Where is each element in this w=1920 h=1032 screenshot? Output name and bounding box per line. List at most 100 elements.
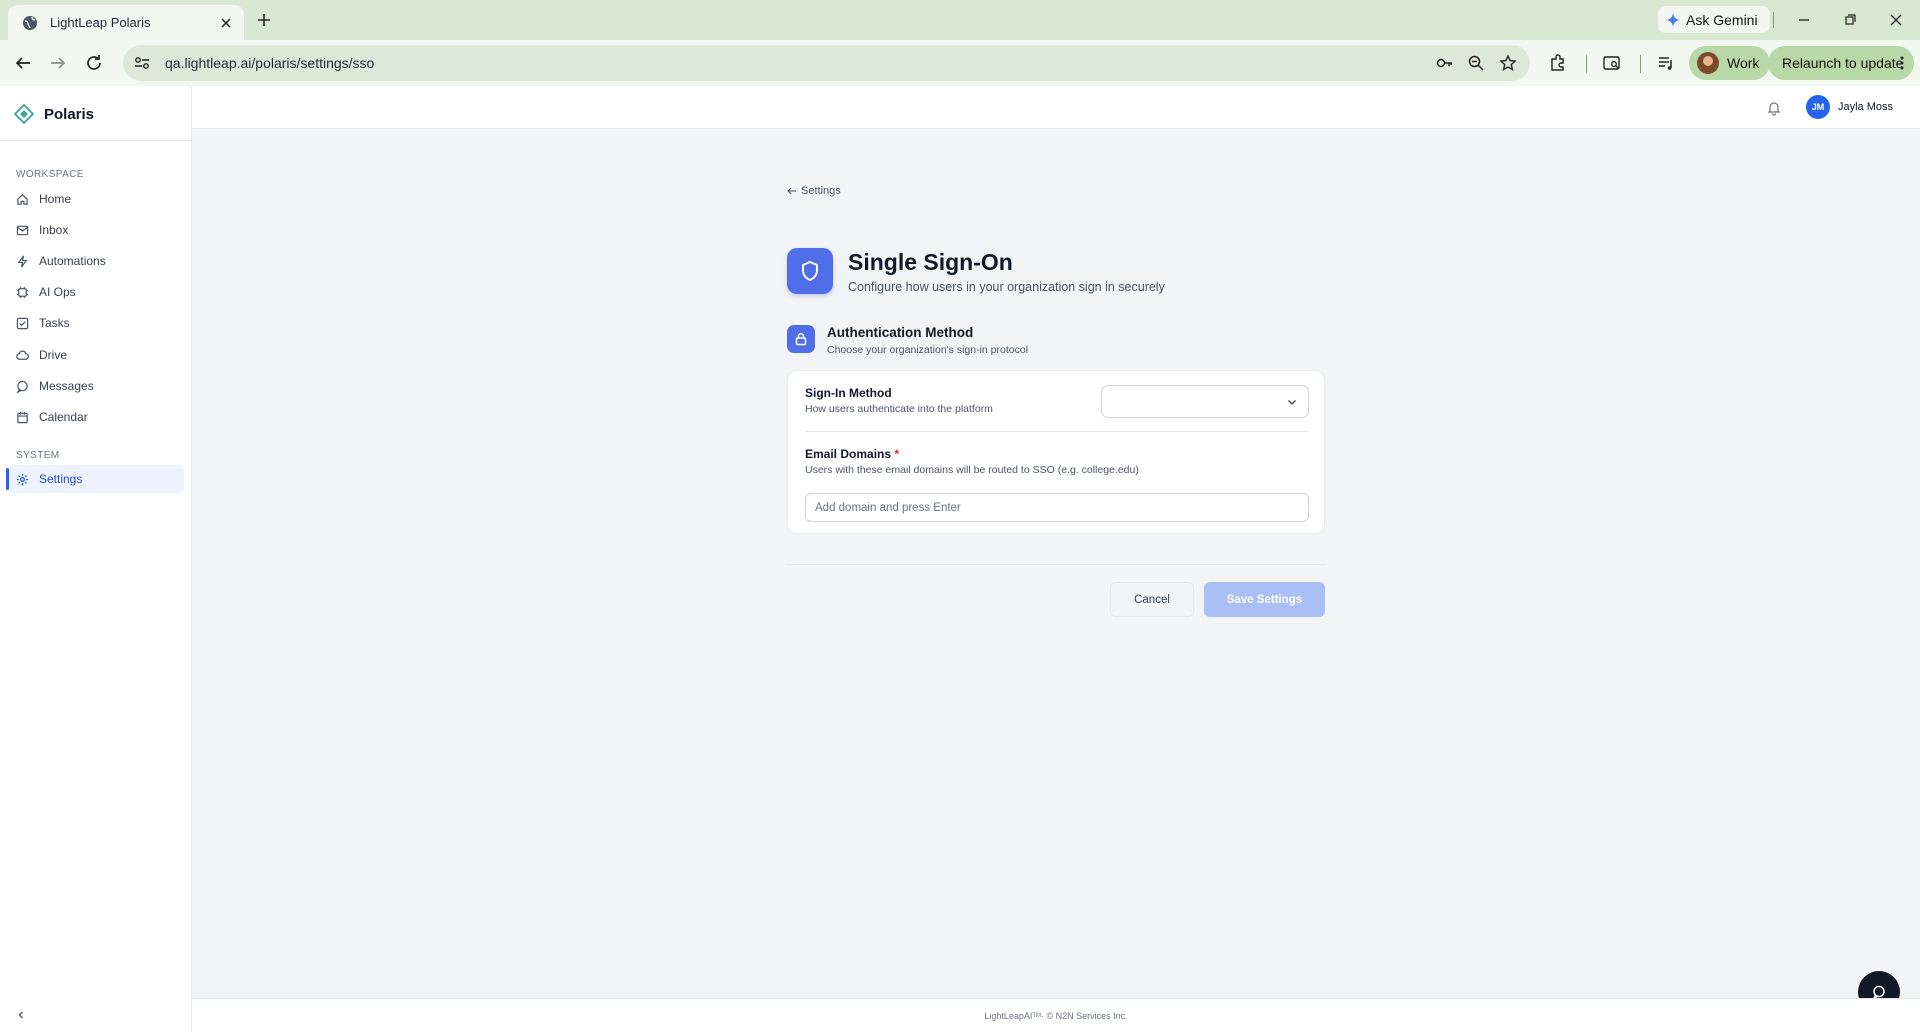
profile-work-chip[interactable]: Work xyxy=(1689,46,1771,80)
sidebar-item-tasks[interactable]: Tasks xyxy=(8,309,184,337)
globe-icon xyxy=(22,15,38,31)
brand[interactable]: Polaris xyxy=(14,104,94,124)
sidebar-item-ai-ops[interactable]: AI Ops xyxy=(8,278,184,306)
section-subtitle: Choose your organization's sign-in proto… xyxy=(827,344,1029,356)
arrow-left-icon xyxy=(787,187,797,195)
forward-arrow-icon[interactable] xyxy=(47,52,69,74)
workspace-section-label: WORKSPACE xyxy=(16,169,84,180)
sidebar-item-drive[interactable]: Drive xyxy=(8,341,184,369)
sidebar-item-inbox[interactable]: Inbox xyxy=(8,216,184,244)
footer-trademark: TM xyxy=(1032,1012,1042,1019)
card-divider xyxy=(805,431,1309,432)
page-title: Single Sign-On xyxy=(848,249,1013,275)
lightning-icon xyxy=(16,255,39,268)
extensions-puzzle-icon[interactable] xyxy=(1548,53,1568,73)
browser-chrome: LightLeap Polaris Ask Gemini qa.lightlea… xyxy=(0,0,1920,86)
tab-title: LightLeap Polaris xyxy=(50,15,151,30)
sign-in-method-help: How users authenticate into the platform xyxy=(805,403,993,415)
toolbar-separator xyxy=(1586,55,1587,73)
cloud-icon xyxy=(16,349,39,362)
brand-name: Polaris xyxy=(44,105,95,123)
sidebar-item-label: Inbox xyxy=(39,223,69,237)
main-content: Settings Single Sign-On Configure how us… xyxy=(192,129,1920,998)
back-to-settings-link[interactable]: Settings xyxy=(787,185,841,197)
sidebar-item-settings[interactable]: Settings xyxy=(6,465,184,493)
media-controls-icon[interactable] xyxy=(1656,53,1676,73)
email-domains-label-text: Email Domains xyxy=(805,447,892,461)
back-link-label: Settings xyxy=(801,185,841,197)
polaris-logo-icon xyxy=(14,104,34,124)
email-domains-label: Email Domains * xyxy=(805,447,899,461)
user-menu[interactable]: JM Jayla Moss xyxy=(1806,95,1893,119)
chip-icon xyxy=(16,286,39,299)
page-subtitle: Configure how users in your organization… xyxy=(848,280,1165,294)
home-icon xyxy=(16,193,39,206)
sidebar-item-calendar[interactable]: Calendar xyxy=(8,403,184,431)
strip-separator xyxy=(1773,12,1774,28)
restore-icon[interactable] xyxy=(1840,10,1860,30)
url-text: qa.lightleap.ai/polaris/settings/sso xyxy=(165,55,375,71)
gemini-sparkle-icon xyxy=(1666,12,1686,27)
avatar: JM xyxy=(1806,95,1830,119)
sidebar-divider xyxy=(0,140,191,141)
shield-icon xyxy=(787,248,833,294)
gear-icon xyxy=(16,473,39,486)
sso-settings-card: Sign-In Method How users authenticate in… xyxy=(787,370,1325,534)
site-settings-icon[interactable] xyxy=(133,54,151,72)
sidebar-item-messages[interactable]: Messages xyxy=(8,372,184,400)
new-tab-icon[interactable] xyxy=(254,10,274,30)
more-vertical-icon[interactable] xyxy=(1900,56,1904,70)
sidebar-item-label: Settings xyxy=(39,472,83,486)
email-domain-input[interactable] xyxy=(805,493,1309,522)
reload-icon[interactable] xyxy=(83,52,105,74)
sidebar-item-label: AI Ops xyxy=(39,285,76,299)
section-title: Authentication Method xyxy=(827,325,974,340)
chevron-down-icon xyxy=(1286,396,1298,408)
chat-icon xyxy=(16,380,39,393)
app-topbar: JM Jayla Moss xyxy=(192,86,1920,129)
relaunch-label: Relaunch to update xyxy=(1782,55,1904,71)
system-section-label: SYSTEM xyxy=(16,450,60,461)
inbox-icon xyxy=(16,224,39,237)
tab-strip: LightLeap Polaris Ask Gemini xyxy=(0,0,1920,40)
footer-copyright: · © N2N Services Inc. xyxy=(1041,1010,1128,1021)
zoom-icon[interactable] xyxy=(1467,54,1485,72)
checkbox-icon xyxy=(16,317,39,330)
sidebar-item-label: Messages xyxy=(39,379,94,393)
minimize-icon[interactable] xyxy=(1794,10,1814,30)
sidebar-item-label: Calendar xyxy=(39,410,88,424)
browser-tab[interactable]: LightLeap Polaris xyxy=(8,5,244,40)
bookmark-star-icon[interactable] xyxy=(1499,54,1517,72)
collapse-sidebar-chevron-icon[interactable] xyxy=(14,1008,28,1022)
ask-gemini-label: Ask Gemini xyxy=(1686,11,1758,28)
sign-in-method-select[interactable] xyxy=(1101,385,1309,418)
sidebar-item-label: Automations xyxy=(39,254,106,268)
footer-brand: LightLeapAI xyxy=(984,1010,1033,1021)
sidebar: Polaris WORKSPACE Home Inbox Automations… xyxy=(0,86,192,1032)
required-asterisk: * xyxy=(894,447,900,461)
cancel-button[interactable]: Cancel xyxy=(1110,582,1194,617)
sidebar-item-automations[interactable]: Automations xyxy=(8,247,184,275)
save-settings-button[interactable]: Save Settings xyxy=(1204,582,1325,617)
lock-icon xyxy=(787,325,815,353)
browser-toolbar: qa.lightleap.ai/polaris/settings/sso Wor… xyxy=(0,40,1920,86)
bell-icon[interactable] xyxy=(1766,100,1782,116)
sidebar-item-home[interactable]: Home xyxy=(8,185,184,213)
user-name: Jayla Moss xyxy=(1838,101,1894,113)
back-arrow-icon[interactable] xyxy=(12,52,34,74)
relaunch-button[interactable]: Relaunch to update xyxy=(1768,46,1914,80)
sidebar-item-label: Home xyxy=(39,192,72,206)
close-window-icon[interactable] xyxy=(1886,10,1906,30)
address-bar[interactable]: qa.lightleap.ai/polaris/settings/sso xyxy=(123,45,1530,81)
close-tab-icon[interactable] xyxy=(218,15,234,31)
calendar-icon xyxy=(16,411,39,424)
tab-search-icon[interactable] xyxy=(1602,53,1622,73)
profile-label: Work xyxy=(1727,55,1760,71)
ask-gemini-button[interactable]: Ask Gemini xyxy=(1658,6,1770,33)
sidebar-item-label: Tasks xyxy=(39,316,70,330)
toolbar-separator xyxy=(1640,55,1641,73)
form-actions-divider xyxy=(787,564,1325,565)
profile-avatar xyxy=(1697,52,1719,74)
sidebar-item-label: Drive xyxy=(39,348,68,362)
password-key-icon[interactable] xyxy=(1435,54,1453,72)
